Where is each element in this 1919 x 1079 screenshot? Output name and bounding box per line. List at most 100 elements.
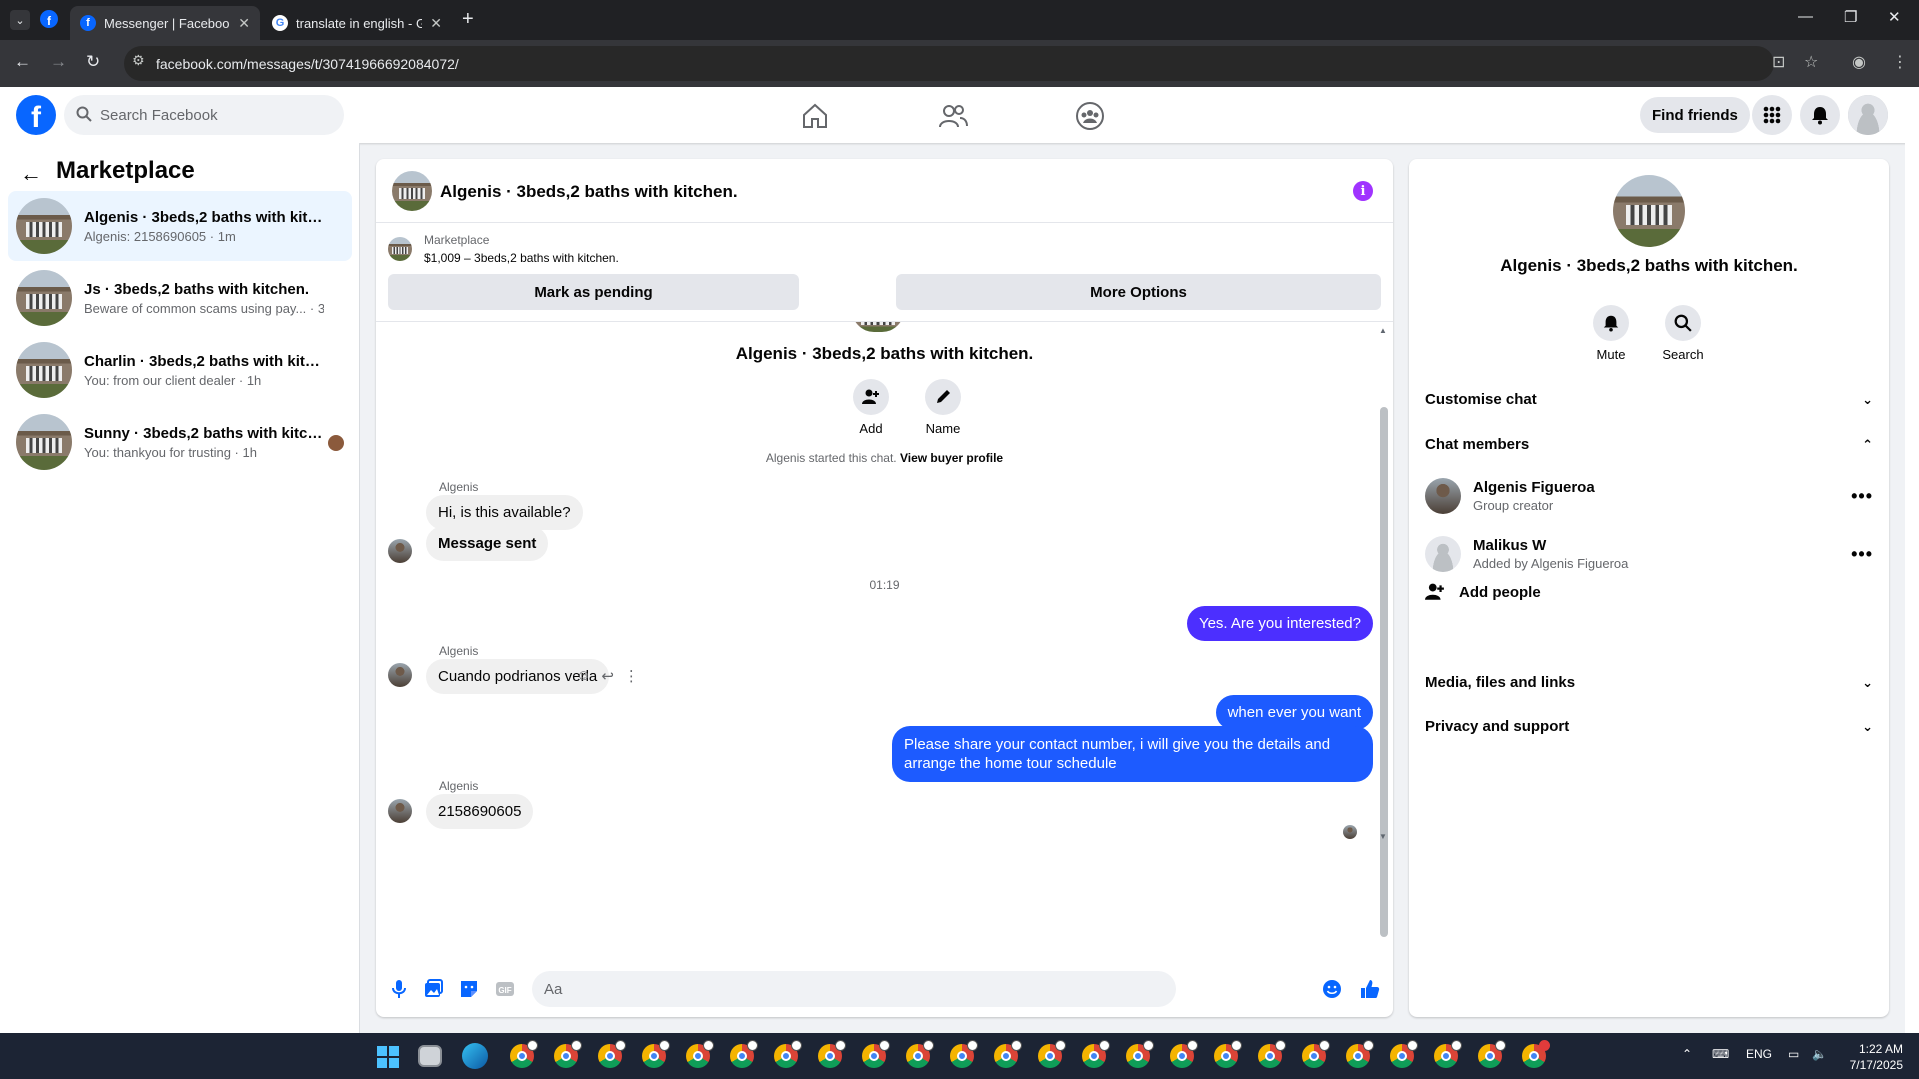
sender-avatar[interactable] [388,663,412,687]
conversation-item[interactable]: Algenis · 3beds,2 baths with kitchen. Al… [8,191,352,261]
chrome-window-icon[interactable] [554,1040,582,1068]
bookmark-star-icon[interactable]: ☆ [1804,52,1818,72]
show-hidden-icons-icon[interactable]: ⌃ [1682,1047,1692,1061]
back-arrow-icon[interactable]: ← [20,161,42,187]
message-bubble-in[interactable]: Message sent [426,526,549,561]
find-friends-button[interactable]: Find friends [1640,97,1750,133]
chrome-window-icon[interactable] [1126,1040,1154,1068]
sender-avatar[interactable] [388,539,412,563]
sticker-icon[interactable] [458,978,480,1000]
chat-avatar[interactable] [392,171,432,211]
scroll-thumb[interactable] [1380,407,1388,937]
message-bubble-out[interactable]: Please share your contact number, i will… [892,726,1373,782]
react-emoji-icon[interactable]: ☺ [576,667,591,685]
like-thumb-icon[interactable] [1359,978,1381,1000]
member-row[interactable]: Malikus W Added by Algenis Figueroa ••• [1425,532,1873,576]
chrome-window-icon[interactable] [598,1040,626,1068]
chrome-window-icon[interactable] [994,1040,1022,1068]
chrome-window-icon[interactable] [950,1040,978,1068]
chrome-window-icon[interactable] [730,1040,758,1068]
page-scrollbar[interactable] [1905,87,1919,1033]
chrome-window-icon[interactable] [1082,1040,1110,1068]
account-avatar[interactable] [1848,95,1888,135]
privacy-support-section[interactable]: Privacy and support ⌄ [1425,718,1873,735]
network-icon[interactable]: ▭ [1788,1047,1799,1061]
name-button[interactable]: Name [913,379,973,436]
chrome-window-icon[interactable] [906,1040,934,1068]
message-input[interactable]: Aa [532,971,1176,1007]
more-options-button[interactable]: More Options [896,274,1381,310]
language-indicator[interactable]: ENG [1746,1047,1772,1061]
listing-summary[interactable]: Marketplace $1,009 – 3beds,2 baths with … [388,231,619,267]
tab-google-translate[interactable]: G translate in english - Google Se ✕ [262,6,452,40]
groups-icon[interactable] [1075,101,1105,131]
chrome-window-icon[interactable] [1214,1040,1242,1068]
chrome-menu-icon[interactable]: ⋮ [1892,52,1908,72]
chrome-window-icon[interactable] [1302,1040,1330,1068]
reply-icon[interactable]: ↩ [601,667,614,685]
forward-icon[interactable]: → [50,52,67,72]
search-chat-button[interactable]: Search [1653,305,1713,362]
chrome-window-icon[interactable] [774,1040,802,1068]
install-app-icon[interactable]: ⊡ [1772,52,1785,72]
site-info-icon[interactable]: ⚙ [132,52,145,69]
chat-title[interactable]: Algenis · 3beds,2 baths with kitchen. [440,182,738,202]
close-window-icon[interactable]: ✕ [1888,8,1901,26]
chrome-window-icon[interactable] [642,1040,670,1068]
facebook-search-input[interactable]: Search Facebook [64,95,344,135]
thread-scrollbar[interactable]: ▲ ▼ [1379,326,1388,961]
conversation-item[interactable]: Charlin · 3beds,2 baths with kitchen. Yo… [8,335,352,405]
edge-icon[interactable] [462,1043,488,1069]
chrome-window-icon[interactable] [686,1040,714,1068]
menu-grid-button[interactable] [1752,95,1792,135]
photo-icon[interactable] [422,978,444,1000]
windows-start-icon[interactable] [376,1045,400,1069]
message-bubble-out[interactable]: when ever you want [1215,695,1373,730]
message-thread[interactable]: Algenis · 3beds,2 baths with kitchen. Ad… [376,321,1393,961]
task-view-icon[interactable] [418,1045,442,1067]
back-icon[interactable]: ← [14,52,31,72]
facebook-logo-icon[interactable]: f [16,95,56,135]
chrome-window-icon[interactable] [1390,1040,1418,1068]
chrome-window-icon[interactable] [1170,1040,1198,1068]
customise-chat-section[interactable]: Customise chat ⌄ [1425,391,1873,408]
minimize-icon[interactable]: — [1798,8,1813,25]
profile-icon[interactable]: ◉ [1852,52,1866,72]
more-options-icon[interactable]: ••• [1851,544,1873,565]
chat-members-section[interactable]: Chat members ⌃ [1425,436,1873,453]
clock[interactable]: 1:22 AM 7/17/2025 [1850,1041,1903,1073]
media-files-section[interactable]: Media, files and links ⌄ [1425,674,1873,691]
info-icon[interactable]: i [1353,181,1373,201]
address-bar[interactable]: facebook.com/messages/t/3074196669208407… [124,46,1774,81]
conversation-item[interactable]: Sunny · 3beds,2 baths with kitch... You:… [8,407,352,477]
volume-icon[interactable]: 🔈 [1812,1047,1827,1061]
chrome-window-icon[interactable] [1522,1040,1550,1068]
message-bubble-in[interactable]: 2158690605 [426,794,534,829]
chrome-window-icon[interactable] [818,1040,846,1068]
microphone-icon[interactable] [388,978,410,1000]
gif-icon[interactable]: GIF [494,978,516,1000]
close-tab-icon[interactable]: ✕ [238,15,250,32]
mark-as-pending-button[interactable]: Mark as pending [388,274,799,310]
notifications-button[interactable] [1800,95,1840,135]
scroll-up-icon[interactable]: ▲ [1379,326,1387,335]
chrome-window-icon[interactable] [510,1040,538,1068]
add-people-button[interactable]: Add people [1425,582,1541,602]
close-tab-icon[interactable]: ✕ [430,15,442,32]
new-tab-icon[interactable]: + [462,8,474,31]
conversation-item[interactable]: Js · 3beds,2 baths with kitchen. Beware … [8,263,352,333]
chrome-window-icon[interactable] [1434,1040,1462,1068]
mute-button[interactable]: Mute [1581,305,1641,362]
add-button[interactable]: Add [841,379,901,436]
pinned-facebook-tab-icon[interactable]: f [40,10,58,28]
friends-icon[interactable] [938,101,968,131]
more-options-icon[interactable]: ••• [1851,486,1873,507]
tab-search-icon[interactable]: ⌄ [10,10,30,30]
sender-avatar[interactable] [388,799,412,823]
keyboard-icon[interactable]: ⌨ [1712,1047,1729,1061]
scroll-down-icon[interactable]: ▼ [1379,832,1387,841]
view-buyer-profile-link[interactable]: View buyer profile [900,451,1003,465]
home-icon[interactable] [800,101,830,131]
more-actions-icon[interactable]: ⋮ [624,667,639,685]
chrome-window-icon[interactable] [1258,1040,1286,1068]
